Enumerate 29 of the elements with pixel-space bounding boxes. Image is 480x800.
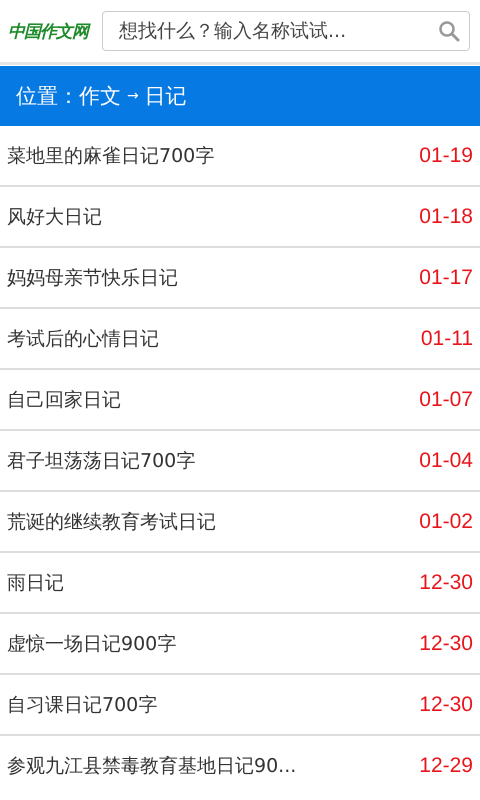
- article-date: 01-11: [420, 326, 473, 350]
- article-date: 01-19: [419, 144, 473, 168]
- article-link[interactable]: 虚惊一场日记900字: [7, 630, 176, 656]
- breadcrumb-link[interactable]: 作文: [79, 82, 121, 110]
- article-date: 12-30: [419, 570, 473, 594]
- article-link[interactable]: 风好大日记: [7, 204, 102, 230]
- article-date: 12-29: [419, 754, 473, 778]
- article-link[interactable]: 自习课日记700字: [7, 692, 158, 718]
- article-date: 12-30: [419, 632, 473, 656]
- article-link[interactable]: 自己回家日记: [7, 386, 121, 412]
- search-field[interactable]: 想找什么？输入名称试试...: [102, 11, 470, 51]
- breadcrumb-link[interactable]: 日记: [144, 82, 187, 110]
- article-link[interactable]: 菜地里的麻雀日记700字: [7, 142, 214, 168]
- article-link[interactable]: 参观九江县禁毒教育基地日记90...: [7, 752, 296, 778]
- article-date: 01-02: [419, 510, 473, 534]
- arrow-separator: →: [127, 88, 139, 104]
- article-link[interactable]: 荒诞的继续教育考试日记: [7, 508, 216, 534]
- article-date: 12-30: [419, 692, 473, 716]
- article-date: 01-04: [419, 448, 473, 472]
- article-date: 01-18: [419, 204, 473, 228]
- site-logo[interactable]: 中国作文网: [8, 20, 88, 42]
- article-date: 01-17: [419, 266, 473, 290]
- article-date: 01-07: [419, 388, 473, 412]
- article-link[interactable]: 雨日记: [7, 570, 64, 596]
- article-link[interactable]: 考试后的心情日记: [7, 326, 159, 352]
- article-link[interactable]: 君子坦荡荡日记700字: [7, 448, 196, 474]
- search-icon[interactable]: [438, 20, 460, 42]
- breadcrumb-label: 位置：: [16, 83, 79, 110]
- article-link[interactable]: 妈妈母亲节快乐日记: [7, 264, 178, 290]
